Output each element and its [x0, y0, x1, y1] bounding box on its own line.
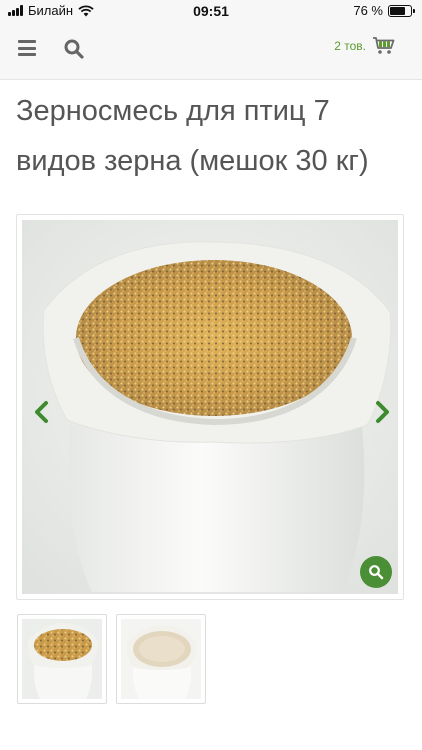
battery-percent: 76 %: [353, 3, 383, 18]
product-gallery: [16, 214, 404, 600]
shopping-cart-icon: [373, 37, 395, 54]
status-bar: Билайн 09:51 76 %: [0, 0, 422, 24]
thumbnail-2[interactable]: [116, 614, 206, 704]
hamburger-menu-icon[interactable]: [18, 40, 38, 58]
search-icon[interactable]: [62, 37, 86, 61]
status-right: 76 %: [353, 3, 415, 18]
site-header: 2 тов.: [0, 24, 422, 80]
battery-fill: [390, 6, 406, 15]
grain-sack-illustration: [22, 220, 398, 594]
zoom-icon: [369, 565, 384, 580]
prev-image-chevron-left-icon[interactable]: [32, 400, 52, 424]
cart-count: 2 тов.: [334, 39, 366, 53]
product-title: Зерносмесь для птиц 7 видов зерна (мешок…: [16, 95, 369, 177]
thumbnail-flour-sack-image: [121, 619, 201, 699]
thumbnail-1[interactable]: [17, 614, 107, 704]
battery-icon: [388, 4, 415, 17]
thumbnail-grain-sack-image: [22, 619, 102, 699]
zoom-button[interactable]: [360, 556, 392, 588]
product-main-image[interactable]: [22, 220, 398, 594]
cart-button[interactable]: 2 тов.: [334, 36, 396, 56]
next-image-chevron-right-icon[interactable]: [372, 400, 392, 424]
